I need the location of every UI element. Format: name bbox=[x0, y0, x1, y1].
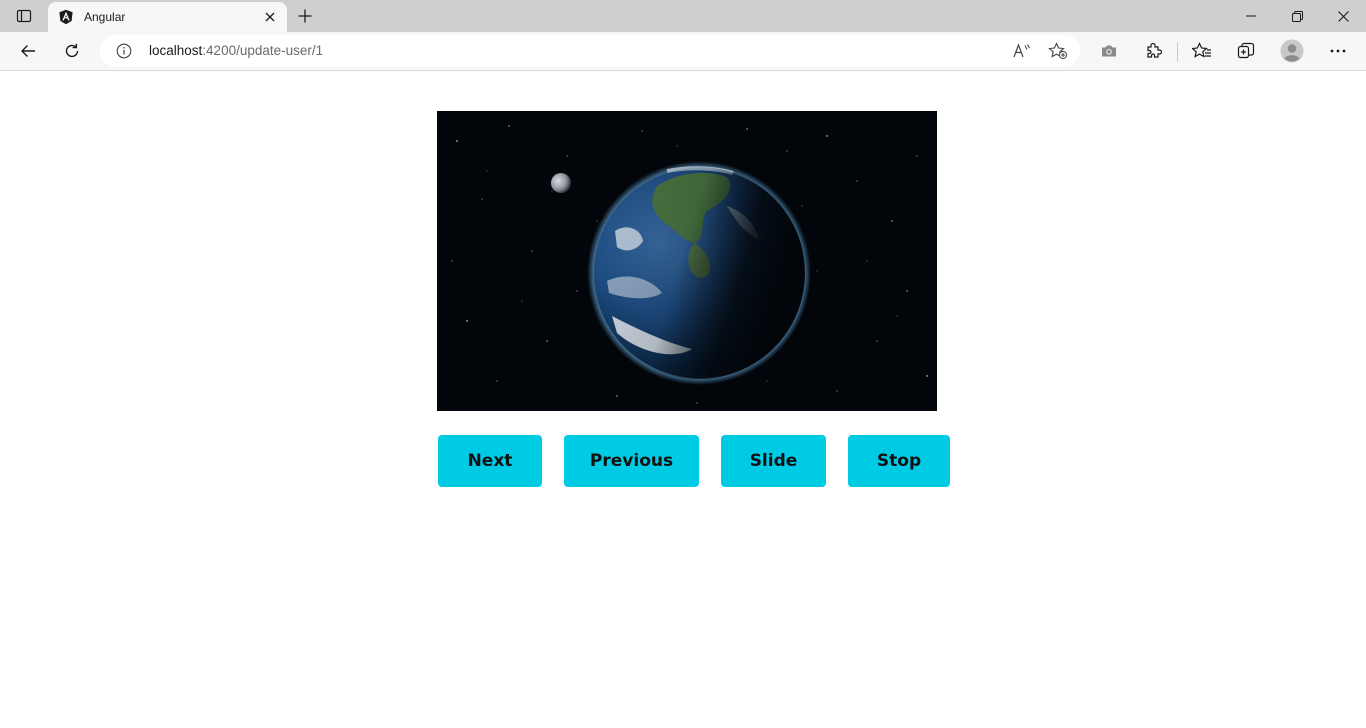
next-button[interactable]: Next bbox=[438, 435, 542, 487]
back-icon[interactable] bbox=[12, 36, 44, 66]
slideshow-controls: Next Previous Slide Stop bbox=[0, 435, 1366, 487]
previous-button[interactable]: Previous bbox=[564, 435, 699, 487]
restore-icon[interactable] bbox=[1274, 0, 1320, 32]
slide-button[interactable]: Slide bbox=[721, 435, 826, 487]
read-aloud-icon[interactable] bbox=[1009, 39, 1035, 63]
tab-close-icon[interactable] bbox=[258, 5, 282, 29]
moon bbox=[551, 173, 571, 193]
url-text[interactable]: localhost:4200/update-user/1 bbox=[149, 43, 323, 58]
stop-button[interactable]: Stop bbox=[848, 435, 950, 487]
more-icon[interactable] bbox=[1322, 36, 1354, 66]
close-icon[interactable] bbox=[1320, 0, 1366, 32]
favorites-icon[interactable] bbox=[1186, 36, 1218, 66]
browser-tab[interactable]: Angular bbox=[48, 2, 287, 32]
screenshot-icon[interactable] bbox=[1093, 36, 1125, 66]
earth-globe bbox=[587, 161, 811, 385]
tab-actions-icon[interactable] bbox=[8, 4, 40, 28]
profile-icon[interactable] bbox=[1276, 36, 1308, 66]
new-tab-icon[interactable] bbox=[292, 4, 318, 28]
url-host: localhost bbox=[149, 43, 203, 58]
toolbar-separator bbox=[1177, 42, 1178, 62]
minimize-icon[interactable] bbox=[1228, 0, 1274, 32]
angular-logo-icon bbox=[58, 9, 74, 25]
url-path: :4200/update-user/1 bbox=[202, 43, 324, 58]
site-info-icon[interactable] bbox=[116, 43, 132, 59]
add-favorite-icon[interactable] bbox=[1045, 39, 1071, 63]
collections-icon[interactable] bbox=[1230, 36, 1262, 66]
tab-title: Angular bbox=[84, 10, 126, 24]
slide-image-earth bbox=[437, 111, 937, 411]
address-bar[interactable]: localhost:4200/update-user/1 bbox=[100, 35, 1080, 67]
refresh-icon[interactable] bbox=[56, 36, 88, 66]
tab-strip: Angular bbox=[0, 0, 1366, 32]
browser-toolbar: localhost:4200/update-user/1 bbox=[0, 32, 1366, 71]
extensions-icon[interactable] bbox=[1137, 36, 1169, 66]
